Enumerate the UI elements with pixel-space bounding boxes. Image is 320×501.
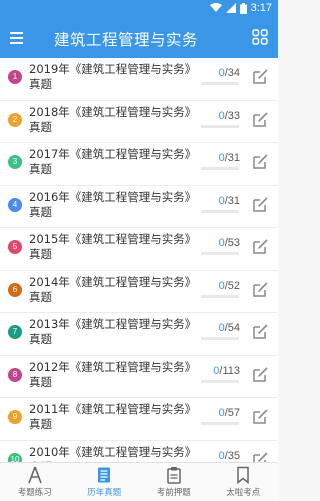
number-badge: 4 [8,197,22,212]
edit-icon[interactable] [251,67,269,85]
nav-label: 考前押题 [156,488,191,498]
list-item[interactable]: 1 2019年《建筑工程管理与实务》真题 0/34 [0,58,278,101]
list-item[interactable]: 5 2015年《建筑工程管理与实务》真题 0/53 [0,228,278,271]
status-time: 3:17 [250,2,272,14]
nav-item-3[interactable]: 太啦考点 [209,463,279,501]
menu-icon[interactable] [10,29,26,47]
progress-bar [201,124,239,128]
number-badge: 1 [8,70,22,84]
item-title: 2012年《建筑工程管理与实务》真题 [29,359,197,389]
progress-count: 0/113 [213,365,240,377]
list-item[interactable]: 8 2012年《建筑工程管理与实务》真题 0/113 [0,355,278,398]
nav-label: 历年真题 [87,488,122,498]
number-badge: 6 [8,282,22,297]
progress-count: 0/31 [219,152,240,164]
number-badge: 5 [8,240,22,254]
pen-compass-icon [26,466,44,484]
number-badge: 10 [8,452,22,462]
clipboard-icon [165,466,183,484]
progress-count: 0/31 [219,195,240,207]
list-item[interactable]: 9 2011年《建筑工程管理与实务》真题 0/57 [0,398,278,441]
number-badge: 8 [8,367,22,382]
progress-bar [201,294,239,298]
nav-item-0[interactable]: 考题练习 [0,463,70,501]
progress-bar [201,422,239,425]
page-title: 建筑工程管理与实务 [54,31,199,49]
progress-count: 0/57 [219,407,240,419]
list-item[interactable]: 4 2016年《建筑工程管理与实务》真题 0/31 [0,185,278,228]
item-title: 2013年《建筑工程管理与实务》真题 [29,317,197,346]
exam-list: 1 2019年《建筑工程管理与实务》真题 0/34 2 2018年《建筑工程管理与实务》… [0,58,278,462]
number-badge: 3 [8,155,22,169]
edit-icon[interactable] [251,322,269,340]
progress-count: 0/34 [219,67,240,79]
status-bar: 3:17 [0,0,278,18]
nav-label: 太啦考点 [226,488,261,498]
total-count: /57 [224,407,240,419]
number-badge: 7 [8,325,22,339]
status-icons: 3:17 [209,2,272,14]
edit-icon[interactable] [251,407,269,425]
number-badge: 2 [8,112,22,127]
list-item[interactable]: 10 2010年《建筑工程管理与实务》真题 0/35 [0,440,278,463]
item-title: 2010年《建筑工程管理与实务》真题 [29,444,197,463]
edit-icon[interactable] [251,365,269,383]
nav-label: 考题练习 [17,488,52,498]
item-title: 2011年《建筑工程管理与实务》真题 [29,402,197,431]
list-item[interactable]: 7 2013年《建筑工程管理与实务》真题 0/54 [0,313,278,356]
progress-count: 0/53 [219,237,240,249]
nav-item-1[interactable]: 历年真题 [70,463,140,501]
edit-icon[interactable] [251,152,269,170]
item-title: 2014年《建筑工程管理与实务》真题 [29,274,197,304]
total-count: /113 [219,364,240,377]
item-title: 2017年《建筑工程管理与实务》真题 [29,147,197,176]
number-badge: 9 [8,410,22,424]
bookmark-icon [234,466,252,485]
total-count: /31 [224,194,240,207]
progress-bar [201,209,239,213]
progress-count: 0/33 [219,110,240,122]
progress-count: 0/52 [219,280,240,292]
progress-count: 0/54 [219,322,240,334]
item-title: 2015年《建筑工程管理与实务》真题 [29,232,197,261]
item-title: 2018年《建筑工程管理与实务》真题 [29,104,197,134]
total-count: /33 [224,109,240,122]
bottom-nav: 考题练习 历年真题 考前押题 太啦考点 [0,462,278,501]
total-count: /35 [224,449,240,462]
signal-icon [225,3,236,13]
edit-icon[interactable] [251,450,269,462]
progress-bar [201,379,239,383]
list-item[interactable]: 3 2017年《建筑工程管理与实务》真题 0/31 [0,143,278,186]
progress-bar [201,252,239,255]
wifi-icon [209,3,222,12]
progress-bar [201,337,239,340]
battery-icon [239,2,247,14]
total-count: /34 [224,67,240,79]
list-item[interactable]: 6 2014年《建筑工程管理与实务》真题 0/52 [0,270,278,313]
app-bar: 建筑工程管理与实务 [0,18,278,58]
edit-icon[interactable] [251,195,269,213]
item-title: 2019年《建筑工程管理与实务》真题 [29,62,197,91]
item-title: 2016年《建筑工程管理与实务》真题 [29,189,197,219]
progress-bar [201,167,239,170]
total-count: /52 [224,279,240,292]
edit-icon[interactable] [251,110,269,128]
total-count: /53 [224,237,240,249]
document-icon [95,466,113,484]
progress-count: 0/35 [219,450,240,462]
edit-icon[interactable] [251,237,269,255]
nav-item-2[interactable]: 考前押题 [139,463,209,501]
list-item[interactable]: 2 2018年《建筑工程管理与实务》真题 0/33 [0,100,278,143]
grid-icon[interactable] [252,29,268,45]
progress-bar [201,82,239,85]
edit-icon[interactable] [251,280,269,298]
total-count: /54 [224,322,240,334]
total-count: /31 [224,152,240,164]
